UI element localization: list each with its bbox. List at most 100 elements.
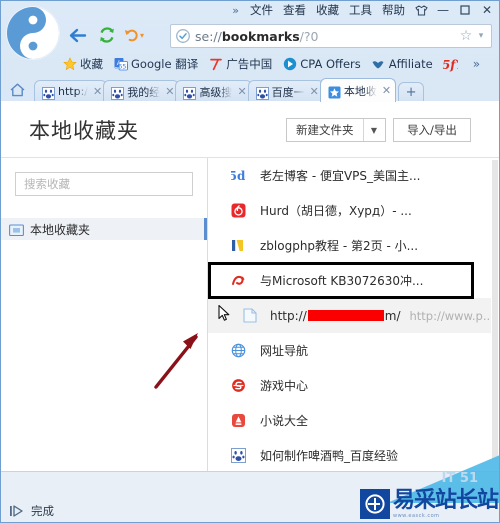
menu-item-favorites[interactable]: 收藏 <box>316 2 339 18</box>
sogou-logo-icon <box>6 6 60 60</box>
address-dropdown-caret-icon[interactable]: ▾ <box>475 31 487 41</box>
address-path: /?0 <box>299 28 319 44</box>
maximize-button[interactable] <box>454 1 476 19</box>
list-item-title: Hurd（胡日德，Хурд）- ... <box>260 204 412 218</box>
tab-4-active[interactable]: 本地收 ✕ <box>319 78 397 102</box>
address-host: bookmarks <box>221 28 300 44</box>
tab-close-icon[interactable]: ✕ <box>382 84 391 97</box>
tab-close-icon[interactable]: ✕ <box>165 85 174 98</box>
search-input[interactable]: 搜索收藏 <box>15 172 193 196</box>
tab-3[interactable]: 百度一 ✕ <box>247 80 324 102</box>
new-tab-button[interactable]: + <box>398 82 425 102</box>
scrollbar-thumb[interactable] <box>492 160 498 460</box>
tab-0[interactable]: http:/ ✕ <box>34 80 108 102</box>
bookmark-label: 广告中国 <box>226 57 273 71</box>
undo-arrow-icon[interactable]: ▾ <box>124 23 144 47</box>
watermark: IT 51 易采站长站 www.easck.com <box>355 455 500 523</box>
bookmark-google-translate[interactable]: A\u6587 Google 翻译 <box>113 56 199 72</box>
page-title: 本地收藏夹 <box>29 119 139 143</box>
list-item-selected[interactable]: http:// m/ http://www.p... <box>208 298 499 333</box>
address-input[interactable]: se://bookmarks/?0 <box>195 29 457 44</box>
menu-item-tools[interactable]: 工具 <box>349 2 372 18</box>
list-item-title: 小说大全 <box>260 414 309 428</box>
netease-music-icon <box>230 203 246 219</box>
bookmark-label: Google 翻译 <box>131 57 199 71</box>
baidu-paw-icon <box>42 85 55 100</box>
new-folder-button[interactable]: 新建文件夹 ▼ <box>286 118 386 142</box>
list-item[interactable]: \u5de6 老左博客 - 便宜VPS_美国主... <box>208 158 499 193</box>
bookmarks-overflow-chevron-icon[interactable]: » <box>473 57 480 71</box>
minimize-button[interactable]: — <box>432 1 454 19</box>
menu-overflow-chevron-icon[interactable]: » <box>232 4 239 17</box>
list-item[interactable]: 网址导航 <box>208 333 499 368</box>
bookmark-favorites[interactable]: 收藏 <box>62 56 103 72</box>
sidebar-selection-rail <box>204 218 207 240</box>
list-item[interactable]: 小说大全 <box>208 403 499 438</box>
undo-caret-icon[interactable]: ▾ <box>140 31 144 40</box>
tab-2[interactable]: 高级搜 ✕ <box>175 80 252 102</box>
list-item-url: http:// m/ <box>270 309 401 323</box>
list-item-title: 与Microsoft KB3072630冲... <box>260 274 424 288</box>
sidebar-item-local-favorites[interactable]: 本地收藏夹 <box>1 218 207 240</box>
tab-1[interactable]: 我的经 ✕ <box>103 80 180 102</box>
bookmark-list: \u5de6 老左博客 - 便宜VPS_美国主... Hurd（胡日德，Хурд… <box>208 158 499 471</box>
tab-close-icon[interactable]: ✕ <box>237 85 246 98</box>
address-bar[interactable]: se://bookmarks/?0 ☆ ▾ <box>170 24 492 48</box>
list-item[interactable]: 与Microsoft KB3072630冲... <box>208 263 499 298</box>
address-scheme: se:// <box>195 28 222 44</box>
bookmark-affiliate[interactable]: Affiliate <box>371 57 433 72</box>
redaction-bar <box>307 310 384 321</box>
home-icon[interactable] <box>0 78 34 102</box>
red-arrow-annotation <box>150 325 230 393</box>
tab-label: 我的经 <box>127 85 161 99</box>
tab-close-icon[interactable]: ✕ <box>310 85 319 98</box>
page-header: 本地收藏夹 新建文件夹 ▼ 导入/导出 <box>1 101 499 158</box>
laozuo-icon: \u5de6 <box>230 168 246 184</box>
globe-icon <box>230 343 246 359</box>
red-swirl-icon <box>230 273 246 289</box>
game-center-icon <box>230 378 246 394</box>
close-button[interactable]: ✕ <box>476 1 498 19</box>
watermark-faint-text: IT 51 <box>441 471 478 486</box>
zblog-icon <box>230 238 246 254</box>
back-arrow-icon[interactable] <box>64 23 90 47</box>
svg-text:\u5f71: \u5f71 <box>443 58 458 72</box>
bookmark-label: CPA Offers <box>300 57 361 71</box>
shield-check-icon <box>175 28 191 44</box>
list-scrollbar[interactable] <box>491 158 499 471</box>
cpa-circle-icon <box>282 57 297 72</box>
svg-text:\u5de6: \u5de6 <box>231 169 246 183</box>
novel-icon <box>230 413 246 429</box>
blank-page-icon <box>242 308 258 324</box>
menu-item-file[interactable]: 文件 <box>250 2 273 18</box>
bookmark-cpa-offers[interactable]: CPA Offers <box>282 57 361 72</box>
page-content: 本地收藏夹 新建文件夹 ▼ 导入/导出 搜索收藏 本地收藏夹 5d 老左博客 -… <box>1 101 499 471</box>
list-item[interactable]: Hurd（胡日德，Хурд）- ... <box>208 193 499 228</box>
bookmark-ad-china[interactable]: 广告中国 <box>208 56 272 72</box>
tab-label: 百度一 <box>271 85 305 99</box>
bookmark-label: 收藏 <box>80 57 103 71</box>
baidu-paw-icon <box>255 85 269 100</box>
body-split: 搜索收藏 本地收藏夹 \u5de6 老左博客 - 便宜VPS_美国主... <box>1 158 499 471</box>
red-script-icon: \u5f71 <box>443 57 458 72</box>
bookmark-star-icon[interactable]: ☆ <box>457 28 475 44</box>
google-translate-icon: A\u6587 <box>113 57 128 72</box>
bookmark-label: Affiliate <box>388 57 433 71</box>
tab-close-icon[interactable]: ✕ <box>93 85 102 98</box>
page-nav-icon[interactable] <box>1 505 31 517</box>
skin-shirt-icon[interactable] <box>410 1 432 19</box>
import-export-button[interactable]: 导入/导出 <box>393 118 471 142</box>
url-suffix: m/ <box>384 308 401 323</box>
list-item[interactable]: zblogphp教程 - 第2页 - 小... <box>208 228 499 263</box>
list-item[interactable]: 游戏中心 <box>208 368 499 403</box>
affiliate-icon <box>371 57 386 72</box>
new-folder-dropdown-caret-icon[interactable]: ▼ <box>364 126 385 135</box>
watermark-logo: 易采站长站 www.easck.com <box>359 489 499 519</box>
menu-item-view[interactable]: 查看 <box>283 2 306 18</box>
blue-star-icon <box>328 84 341 99</box>
refresh-icon[interactable] <box>94 23 120 47</box>
bookmark-red-script[interactable]: \u5f71 <box>443 57 461 72</box>
menu-item-help[interactable]: 帮助 <box>382 2 405 18</box>
menu-bar: » 文件 查看 收藏 工具 帮助 — ✕ <box>0 0 500 20</box>
watermark-logo-icon <box>359 489 390 519</box>
